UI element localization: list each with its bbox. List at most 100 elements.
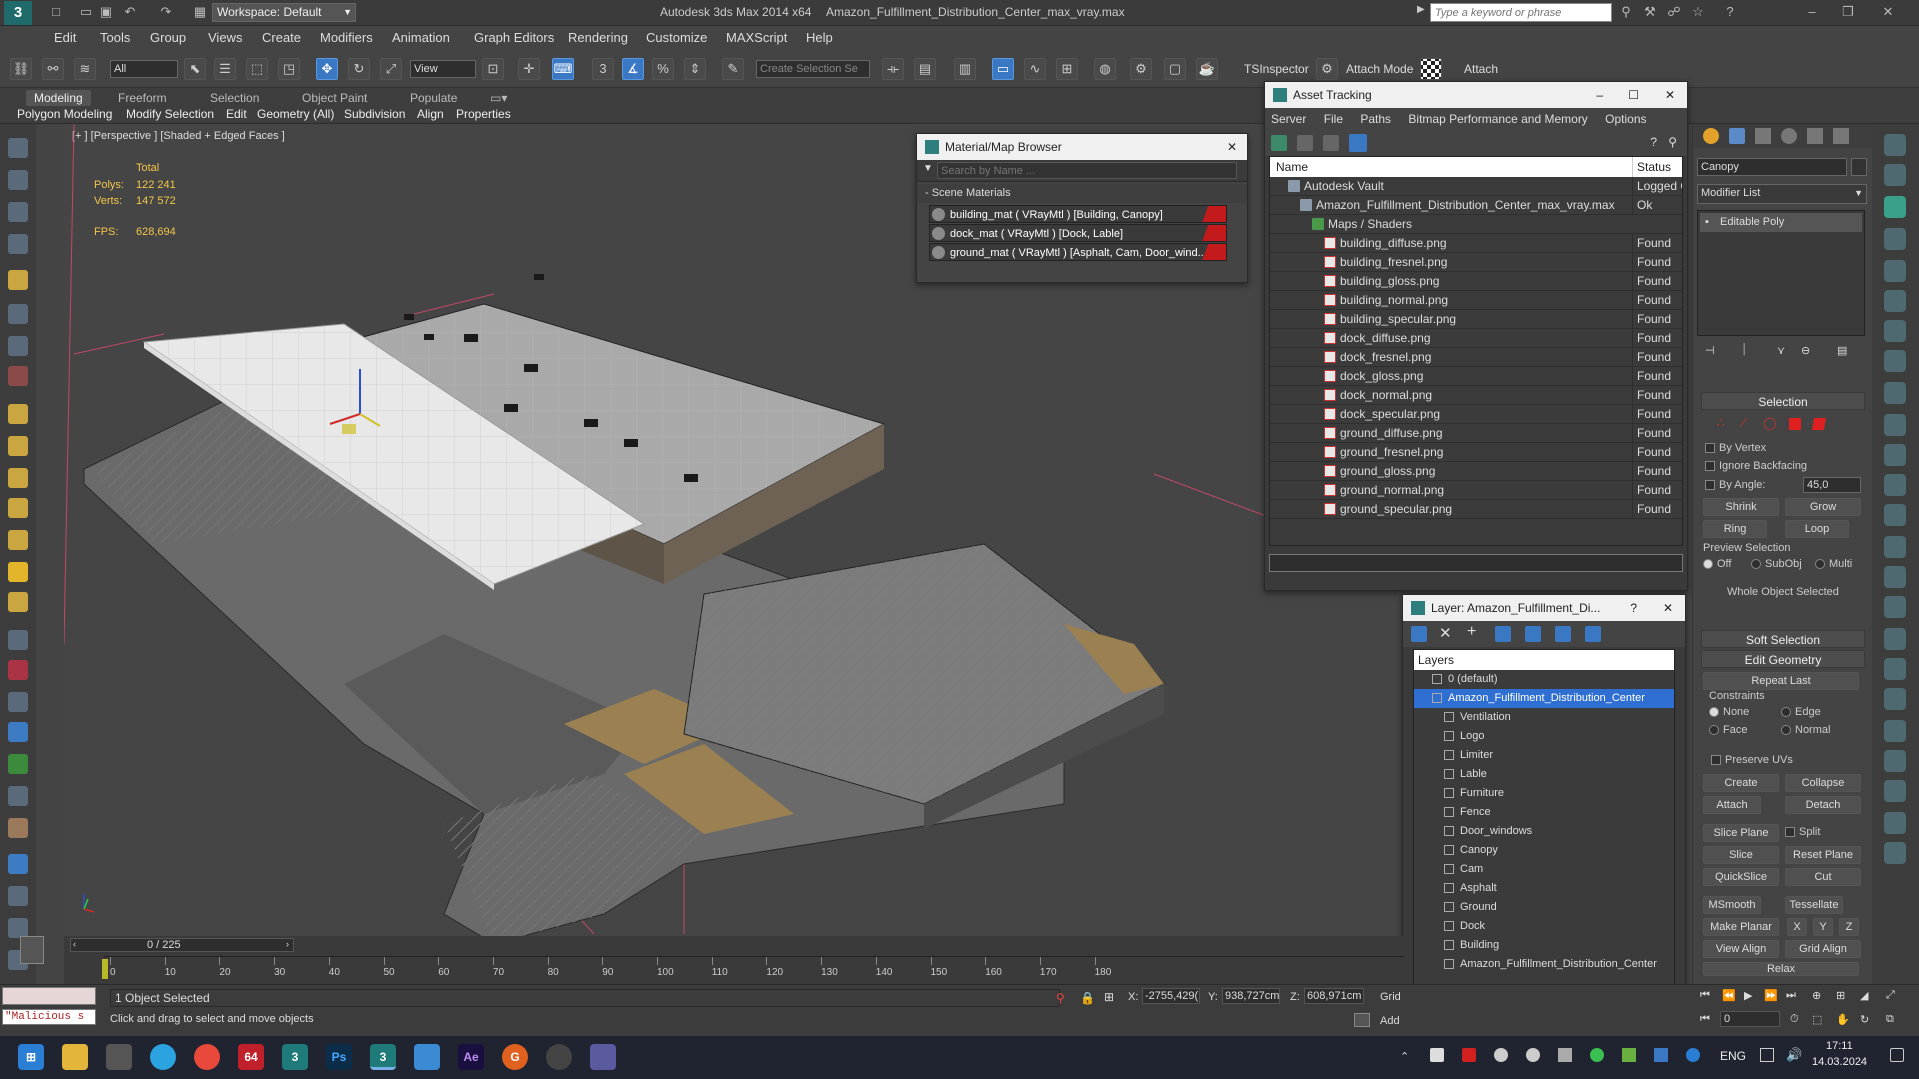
- cone-icon[interactable]: [8, 530, 28, 550]
- by-angle-spinner[interactable]: [1803, 477, 1861, 493]
- hide-layers-icon[interactable]: [1555, 626, 1571, 642]
- molecule-icon[interactable]: [8, 660, 28, 680]
- menu-group[interactable]: Group: [150, 29, 186, 47]
- search-arrow-icon[interactable]: ▶: [1417, 4, 1425, 15]
- hair-icon[interactable]: [8, 786, 28, 806]
- detach-button[interactable]: Detach: [1785, 796, 1861, 814]
- layer-row[interactable]: Door_windows: [1414, 822, 1674, 841]
- extension-icon-24[interactable]: [1884, 842, 1906, 864]
- remove-modifier-icon[interactable]: ⊖: [1801, 344, 1810, 357]
- tab-object-paint[interactable]: Object Paint: [302, 90, 367, 106]
- polygon-level-icon[interactable]: [1789, 418, 1801, 430]
- subtab-properties[interactable]: Properties: [456, 107, 511, 122]
- plane-icon[interactable]: [8, 404, 28, 424]
- extension-icon-9[interactable]: [1884, 382, 1906, 404]
- clock-date[interactable]: 14.03.2024: [1812, 1056, 1867, 1068]
- constraint-normal-radio[interactable]: Normal: [1781, 724, 1830, 736]
- subtab-modify-selection[interactable]: Modify Selection: [126, 107, 214, 122]
- msmooth-button[interactable]: MSmooth: [1703, 896, 1761, 914]
- help-search-input[interactable]: [1430, 3, 1612, 22]
- layer-icon[interactable]: [1444, 864, 1454, 874]
- sphere-icon[interactable]: [8, 436, 28, 456]
- layer-row[interactable]: Amazon_Fulfillment_Distribution_Center: [1414, 689, 1674, 708]
- constraint-none-radio[interactable]: None: [1709, 706, 1749, 718]
- relax-button[interactable]: Relax: [1703, 962, 1859, 976]
- menu-views[interactable]: Views: [208, 29, 242, 47]
- app-64-icon[interactable]: 64: [238, 1044, 264, 1070]
- material-search-input[interactable]: [937, 162, 1237, 179]
- list-icon[interactable]: [8, 202, 28, 222]
- add-to-layer-icon[interactable]: +: [1467, 623, 1476, 641]
- layer-row[interactable]: Dock: [1414, 917, 1674, 936]
- tray-sync-icon[interactable]: [1494, 1048, 1508, 1062]
- quickslice-button[interactable]: QuickSlice: [1703, 868, 1779, 886]
- help-icon[interactable]: ?: [1630, 595, 1637, 621]
- communication-icon[interactable]: ☍: [1666, 4, 1682, 20]
- rendered-frame-icon[interactable]: ▢: [1164, 58, 1186, 80]
- modifier-list-dropdown[interactable]: Modifier List ▼: [1697, 184, 1867, 204]
- menu-options[interactable]: Options: [1605, 112, 1646, 126]
- x-coordinate-field[interactable]: -2755,429(: [1142, 988, 1200, 1004]
- snaps-toggle-icon[interactable]: 3: [592, 58, 614, 80]
- extension-icon-18[interactable]: [1884, 658, 1906, 680]
- notifications-icon[interactable]: [1890, 1048, 1904, 1062]
- close-icon[interactable]: ✕: [1663, 595, 1673, 621]
- image-icon[interactable]: [8, 170, 28, 190]
- attach-label[interactable]: Attach: [1464, 62, 1498, 76]
- render-teapot-icon[interactable]: ☕: [1196, 58, 1218, 80]
- absolute-mode-icon[interactable]: ⊞: [1104, 990, 1114, 1004]
- layer-icon[interactable]: [1444, 731, 1454, 741]
- material-item-building[interactable]: building_mat ( VRayMtl ) [Building, Cano…: [929, 205, 1227, 223]
- menu-bitmap-performance[interactable]: Bitmap Performance and Memory: [1408, 112, 1587, 126]
- orbit-icon[interactable]: ↻: [1860, 1013, 1869, 1026]
- subtab-geometry[interactable]: Geometry (All): [257, 107, 334, 122]
- layer-icon[interactable]: [1432, 674, 1442, 684]
- ball-icon[interactable]: [8, 592, 28, 612]
- view-align-button[interactable]: View Align: [1703, 940, 1779, 958]
- pivot-center-icon[interactable]: ⊡: [482, 58, 504, 80]
- layer-icon[interactable]: [1444, 750, 1454, 760]
- network-icon[interactable]: [1760, 1048, 1774, 1062]
- tray-expand-icon[interactable]: ⌃: [1400, 1050, 1409, 1063]
- vertex-level-icon[interactable]: ∴: [1717, 416, 1725, 430]
- project-icon[interactable]: ▦: [192, 4, 208, 20]
- close-icon[interactable]: ✕: [1880, 4, 1896, 20]
- rect-selection-icon[interactable]: ⬚: [246, 58, 268, 80]
- asset-row[interactable]: building_fresnel.png Found: [1270, 253, 1682, 272]
- globe-icon[interactable]: [8, 722, 28, 742]
- layer-row[interactable]: Amazon_Fulfillment_Distribution_Center: [1414, 955, 1674, 974]
- task-view-icon[interactable]: [106, 1044, 132, 1070]
- tray-telegram-icon[interactable]: [1430, 1048, 1444, 1062]
- extension-icon-15[interactable]: [1884, 566, 1906, 588]
- plant-icon[interactable]: [8, 754, 28, 774]
- restore-icon[interactable]: ❐: [1840, 4, 1856, 20]
- current-frame-marker[interactable]: [102, 959, 108, 979]
- make-planar-button[interactable]: Make Planar: [1703, 918, 1779, 936]
- grid-icon[interactable]: [8, 234, 28, 254]
- stack-item-editable-poly[interactable]: ▪ Editable Poly: [1700, 213, 1862, 232]
- tray-red-icon[interactable]: [1462, 1048, 1476, 1062]
- add-time-tag[interactable]: Add: [1380, 1015, 1400, 1027]
- asset-row[interactable]: building_specular.png Found: [1270, 310, 1682, 329]
- layer-row[interactable]: Furniture: [1414, 784, 1674, 803]
- menu-modifiers[interactable]: Modifiers: [320, 29, 373, 47]
- select-layer-icon[interactable]: [1495, 626, 1511, 642]
- undo-icon[interactable]: ↶: [122, 4, 138, 20]
- layer-icon[interactable]: [1444, 902, 1454, 912]
- binoculars-icon[interactable]: ⚲: [1618, 4, 1634, 20]
- col-status-header[interactable]: Status: [1632, 157, 1671, 177]
- go-to-end-icon[interactable]: ⏭: [1786, 989, 1796, 1002]
- play-icon[interactable]: ▶: [1744, 989, 1752, 1002]
- tab-selection[interactable]: Selection: [210, 90, 259, 106]
- field-of-view-icon[interactable]: ◢: [1860, 989, 1868, 1002]
- extension-icon-6[interactable]: [1884, 290, 1906, 312]
- collapse-button[interactable]: Collapse: [1785, 774, 1861, 792]
- g-app-icon[interactable]: G: [502, 1044, 528, 1070]
- subtab-edit[interactable]: Edit: [226, 107, 247, 122]
- planar-z-button[interactable]: Z: [1839, 918, 1859, 936]
- layer-row[interactable]: Lable: [1414, 765, 1674, 784]
- move-icon[interactable]: ✥: [316, 58, 338, 80]
- workspace-dropdown[interactable]: Workspace: Default ▼: [212, 3, 356, 22]
- zoom-all-icon[interactable]: ⊞: [1836, 989, 1845, 1002]
- tab-freeform[interactable]: Freeform: [118, 90, 167, 106]
